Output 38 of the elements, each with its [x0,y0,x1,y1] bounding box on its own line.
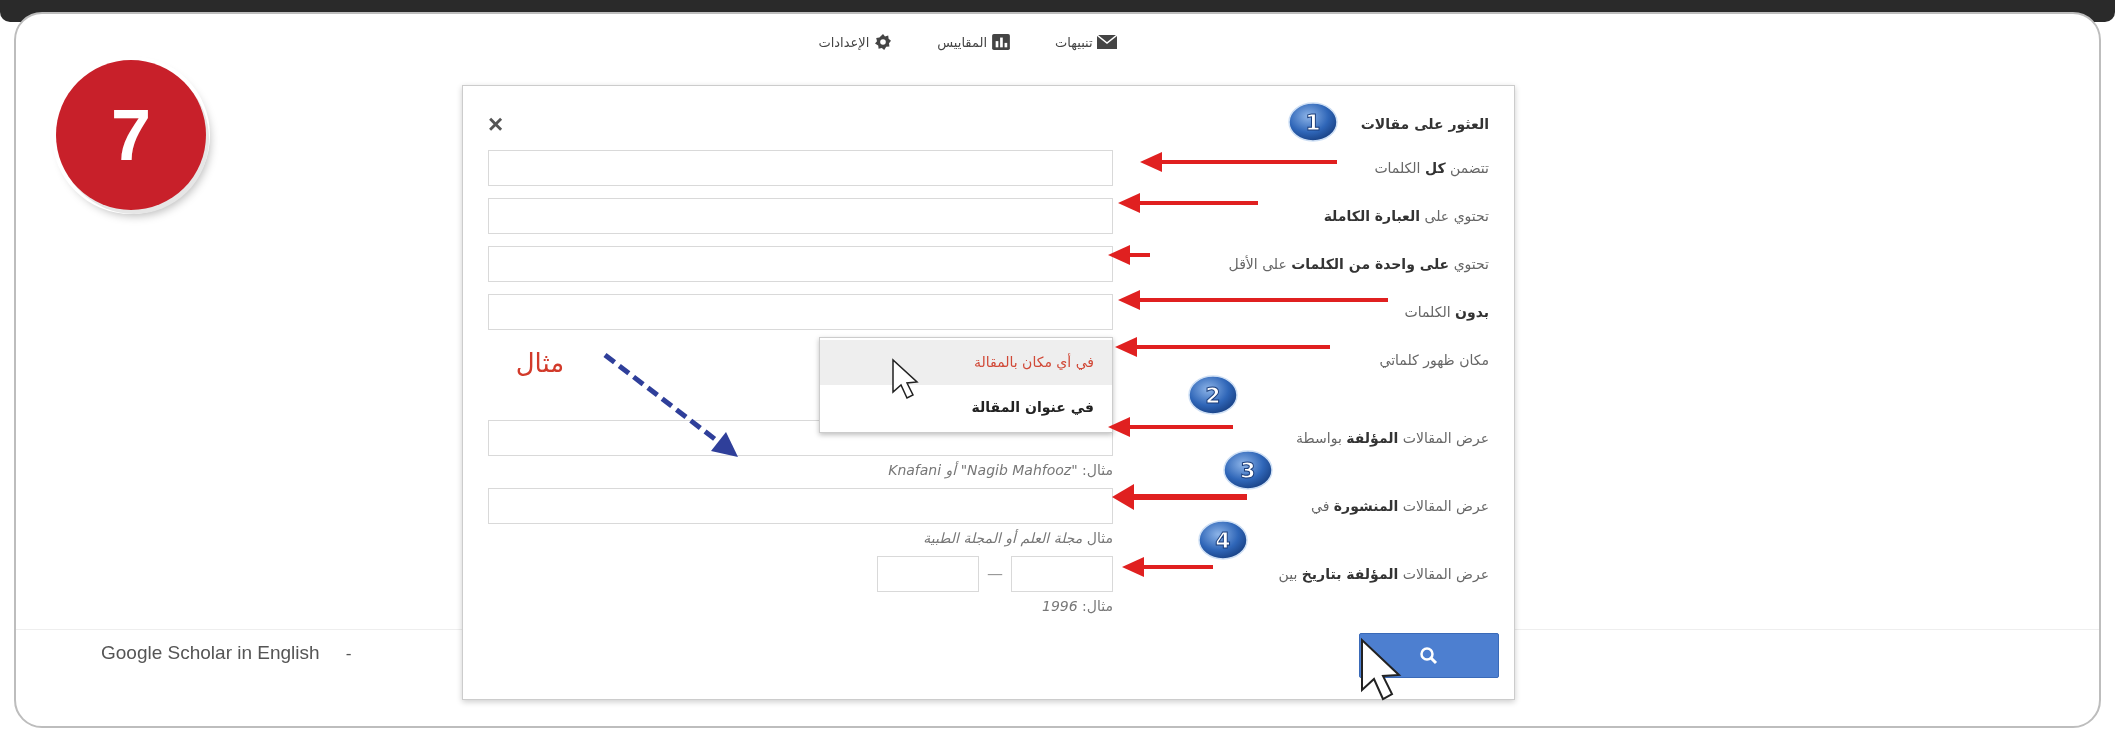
number-badge: 3 [1223,450,1273,490]
input-field[interactable] [1011,555,1113,592]
language-link[interactable]: Google Scholar in English [101,642,320,664]
bar-chart-icon [991,34,1011,50]
field-label: عرض المقالات المؤلفة بواسطة [1296,429,1490,446]
example-note: مثال [515,348,565,378]
field-label: تحتوي على العبارة الكاملة [1323,207,1490,224]
field-label: مكان ظهور كلماتي [1379,351,1490,368]
field-label: بدون الكلمات [1404,303,1490,320]
arrow [1108,245,1150,265]
input-field[interactable] [488,487,1113,524]
settings-icon [873,34,894,50]
nav-link[interactable]: الإعدادات [818,34,894,50]
number-badge: 2 [1188,375,1238,415]
input-field[interactable] [488,293,1113,330]
range-separator: — [987,564,1003,583]
input-field[interactable] [488,197,1113,234]
input-field[interactable] [488,149,1113,186]
field-label: عرض المقالات المنشورة في [1311,497,1490,514]
field-label: تحتوي على واحدة من الكلمات على الأقل [1228,255,1490,272]
field-label: عرض المقالات المؤلفة بتاريخ بين [1278,565,1490,582]
hint-text: مثال: "Nagib Mahfooz" أو Knafani [888,462,1113,478]
dropdown-option[interactable]: في عنوان المقالة [820,385,1112,430]
dropdown-option[interactable]: في أي مكان بالمقالة [820,340,1112,385]
field-label: تتضمن كل الكلمات [1374,159,1490,176]
hint-text: مثال مجلة العلم أو المجلة الطبية [923,530,1113,546]
number-badge: 4 [1198,520,1248,560]
close-button[interactable]: × [488,111,504,137]
nav-link[interactable]: تنبيهات [1055,34,1117,50]
search-icon [1419,645,1439,666]
footer-text: - [345,643,352,663]
nav-link[interactable]: المقاييس [937,34,1011,50]
cursor-icon [892,358,919,399]
dialog-title: العثور على مقالات [1360,116,1490,132]
input-field[interactable] [488,245,1113,282]
input-field[interactable] [877,555,979,592]
envelope-icon [1096,34,1117,50]
number-badge: 1 [1288,102,1338,142]
